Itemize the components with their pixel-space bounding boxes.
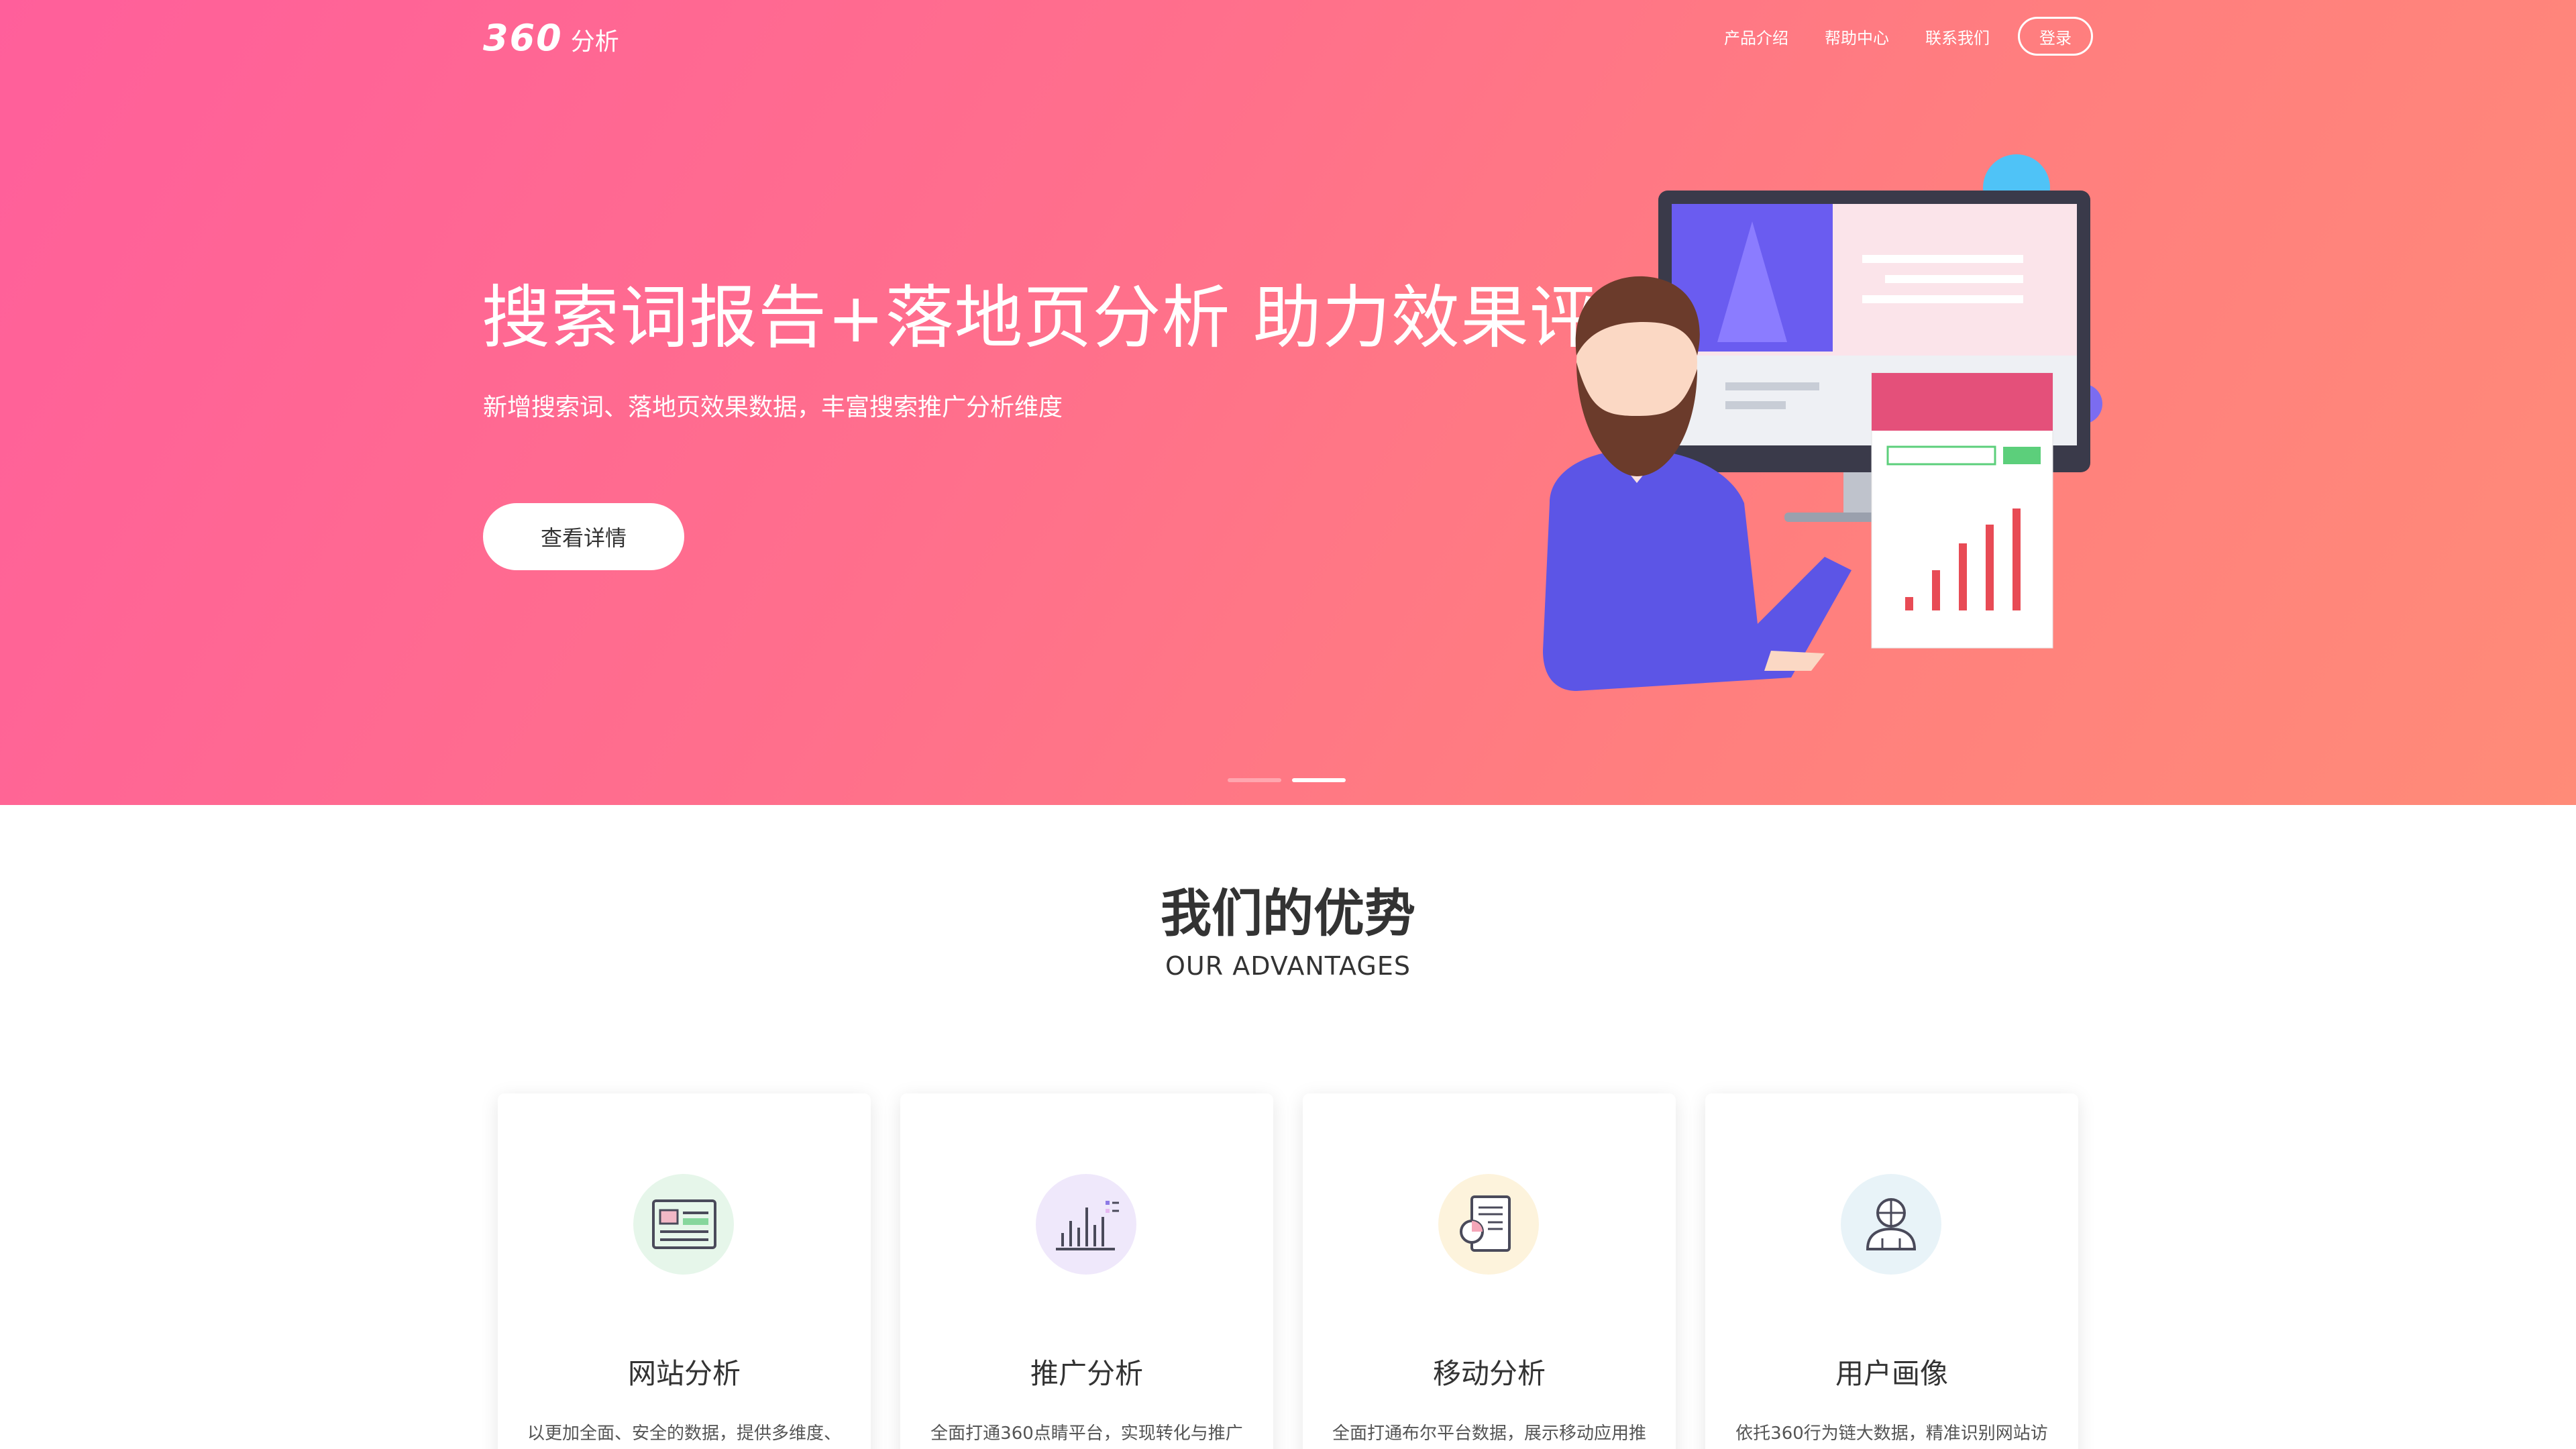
view-details-button[interactable]: 查看详情 [483, 503, 684, 570]
login-button[interactable]: 登录 [2018, 17, 2093, 56]
hero-subtitle: 新增搜索词、落地页效果数据，丰富搜索推广分析维度 [483, 394, 1063, 421]
card-title: 移动分析 [1432, 1357, 1546, 1390]
carousel-dot-1[interactable] [1228, 778, 1281, 782]
nav-link-product-intro[interactable]: 产品介绍 [1724, 25, 1788, 48]
card-user-profile[interactable]: 用户画像 依托360行为链大数据，精准识别网站访 [1705, 1093, 2078, 1449]
advantages-cards: 网站分析 以更加全面、安全的数据，提供多维度、 推广分析 全面打通360点睛平台… [498, 1093, 2078, 1449]
card-mobile-analytics[interactable]: 移动分析 全面打通布尔平台数据，展示移动应用推 [1303, 1093, 1676, 1449]
card-description: 依托360行为链大数据，精准识别网站访 [1735, 1424, 2048, 1444]
hero-banner: 360 分析 产品介绍 帮助中心 联系我们 登录 搜索词报告+落地页分析 助力效… [0, 0, 2576, 805]
logo-text: 分析 [570, 28, 619, 56]
card-website-analytics[interactable]: 网站分析 以更加全面、安全的数据，提供多维度、 [498, 1093, 871, 1449]
carousel-indicators [1228, 778, 1356, 782]
card-description: 全面打通360点睛平台，实现转化与推广 [930, 1424, 1243, 1444]
card-description: 以更加全面、安全的数据，提供多维度、 [527, 1424, 841, 1444]
advantages-title: 我们的优势 [1161, 883, 1415, 943]
user-profile-icon [1841, 1174, 1941, 1275]
mobile-report-icon [1438, 1174, 1539, 1275]
promotion-chart-icon [1036, 1174, 1136, 1275]
advantages-subtitle: OUR ADVANTAGES [1165, 951, 1411, 981]
carousel-dot-2[interactable] [1292, 778, 1346, 782]
card-title: 网站分析 [627, 1357, 741, 1390]
nav-links: 产品介绍 帮助中心 联系我们 登录 [1688, 16, 2093, 56]
card-title: 用户画像 [1835, 1357, 1948, 1390]
top-navigation: 360 分析 产品介绍 帮助中心 联系我们 登录 [483, 13, 2093, 60]
card-description: 全面打通布尔平台数据，展示移动应用推 [1332, 1424, 1646, 1444]
card-promotion-analytics[interactable]: 推广分析 全面打通360点睛平台，实现转化与推广 [900, 1093, 1273, 1449]
logo[interactable]: 360 分析 [483, 16, 619, 59]
nav-link-contact-us[interactable]: 联系我们 [1925, 25, 1990, 48]
logo-mark: 360 [483, 16, 563, 59]
hero-illustration [1543, 154, 2102, 691]
card-title: 推广分析 [1030, 1357, 1143, 1390]
nav-link-help-center[interactable]: 帮助中心 [1825, 25, 1889, 48]
website-analytics-icon [633, 1174, 734, 1275]
